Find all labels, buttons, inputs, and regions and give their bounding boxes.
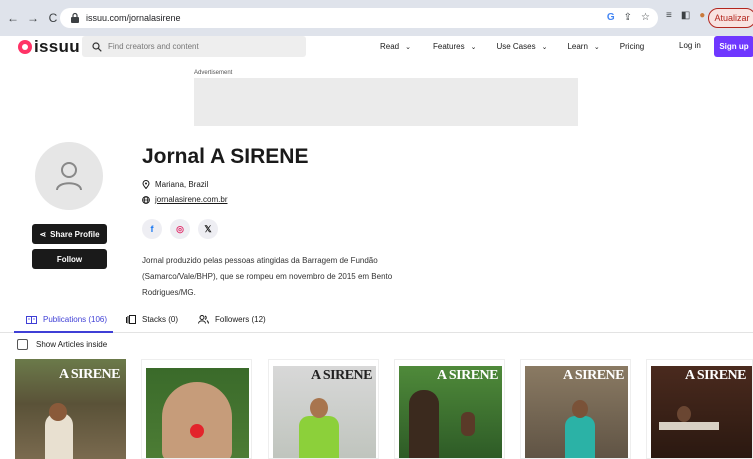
show-articles-filter: Show Articles inside [17,339,107,350]
ad-label: Advertisement [194,70,233,76]
location-text: Mariana, Brazil [155,180,209,189]
nav-learn-label: Learn [567,42,588,51]
active-tab-indicator [14,331,113,333]
nav-pricing-label: Pricing [619,42,645,51]
cover-title: A SIRENE [311,368,372,383]
location-pin-icon [142,180,150,189]
side-panel-icon[interactable]: ◧ [681,10,690,21]
users-icon [198,315,209,324]
google-icon[interactable]: G [607,12,615,23]
profile-bio: Jornal produzido pelas pessoas atingidas… [142,256,393,297]
book-icon [26,315,37,324]
globe-icon [142,195,150,204]
nav-read[interactable]: Read ⌄ [380,42,411,51]
search-input[interactable] [108,42,288,51]
reload-icon[interactable]: C [46,11,60,25]
social-links: f ◎ 𝕏 [142,219,218,239]
facebook-icon[interactable]: f [142,219,162,239]
share-icon: ⋖ [39,229,47,239]
tab-stacks[interactable]: Stacks (0) [126,315,178,324]
share-profile-button[interactable]: ⋖ Share Profile [32,224,107,244]
nav-learn[interactable]: Learn ⌄ [567,42,599,51]
profile-website: jornalasirene.com.br [142,195,227,204]
share-profile-label: Share Profile [50,229,100,239]
publication-cover[interactable]: A SIRENE [520,359,631,459]
address-bar[interactable]: issuu.com/jornalasirene G ⇪ ☆ [60,8,658,28]
profile-tabs: Publications (106) Stacks (0) Followers … [0,310,753,333]
follow-button[interactable]: Follow [32,249,107,269]
x-icon[interactable]: 𝕏 [198,219,218,239]
nav-use-cases-label: Use Cases [496,42,536,51]
share-page-icon[interactable]: ⇪ [624,12,632,23]
signup-button[interactable]: Sign up [714,36,753,57]
logo-text: issuu [34,36,80,56]
cover-title: A SIRENE [59,367,120,382]
publication-cover[interactable]: A SIRENE [268,359,379,459]
cover-title: A SIRENE [563,368,624,383]
ad-banner[interactable] [194,78,578,126]
tab-publications[interactable]: Publications (106) [26,315,107,324]
lock-icon [71,12,79,23]
instagram-icon[interactable]: ◎ [170,219,190,239]
tab-publications-label: Publications (106) [43,315,108,324]
user-icon [56,162,82,191]
show-articles-checkbox[interactable] [17,339,28,350]
nav-use-cases[interactable]: Use Cases ⌄ [496,42,547,51]
tab-stacks-label: Stacks (0) [142,315,179,324]
website-link[interactable]: jornalasirene.com.br [155,195,227,204]
publication-cover[interactable]: A SIRENE [646,359,753,459]
url-text: issuu.com/jornalasirene [86,13,181,23]
nav-features[interactable]: Features ⌄ [433,42,476,51]
chevron-down-icon: ⌄ [405,43,411,51]
issuu-logo-icon [18,39,32,54]
nav-pricing[interactable]: Pricing [620,42,644,51]
publication-cover[interactable]: A SIRENE [394,359,505,459]
bookmark-star-icon[interactable]: ☆ [641,12,650,23]
chevron-down-icon: ⌄ [593,43,600,51]
publication-cover[interactable] [141,359,252,459]
chevron-down-icon: ⌄ [541,43,548,51]
profile-avatar-icon[interactable]: ● [699,10,705,21]
search-icon [92,41,102,52]
main-nav: Read ⌄ Features ⌄ Use Cases ⌄ Learn ⌄ Pr… [380,36,664,57]
tab-followers-label: Followers (12) [215,315,266,324]
nav-features-label: Features [433,42,465,51]
publication-grid: A SIRENE A SIRENE A SIRENE A SIRENE A SI… [0,359,753,459]
forward-icon[interactable]: → [26,11,40,25]
reading-list-icon[interactable]: ≡ [666,10,672,21]
login-link[interactable]: Log in [679,41,701,50]
cover-title: A SIRENE [437,368,498,383]
tab-followers[interactable]: Followers (12) [198,315,266,324]
profile-location: Mariana, Brazil [142,180,208,189]
chevron-down-icon: ⌄ [470,43,477,51]
publication-cover[interactable]: A SIRENE [15,359,126,459]
site-header: issuu Read ⌄ Features ⌄ Use Cases ⌄ Lear… [0,36,753,57]
update-button[interactable]: Atualizar [708,8,753,28]
profile-name: Jornal A SIRENE [142,145,309,168]
cover-title: A SIRENE [685,368,746,383]
stack-icon [126,315,136,324]
issuu-logo[interactable]: issuu [18,36,80,57]
back-icon[interactable]: ← [6,11,20,25]
show-articles-label: Show Articles inside [36,340,108,349]
browser-toolbar: ← → C issuu.com/jornalasirene G ⇪ ☆ ≡ ◧ … [0,0,753,36]
search-bar[interactable] [82,36,306,57]
nav-read-label: Read [380,42,400,51]
profile-avatar [35,142,103,210]
